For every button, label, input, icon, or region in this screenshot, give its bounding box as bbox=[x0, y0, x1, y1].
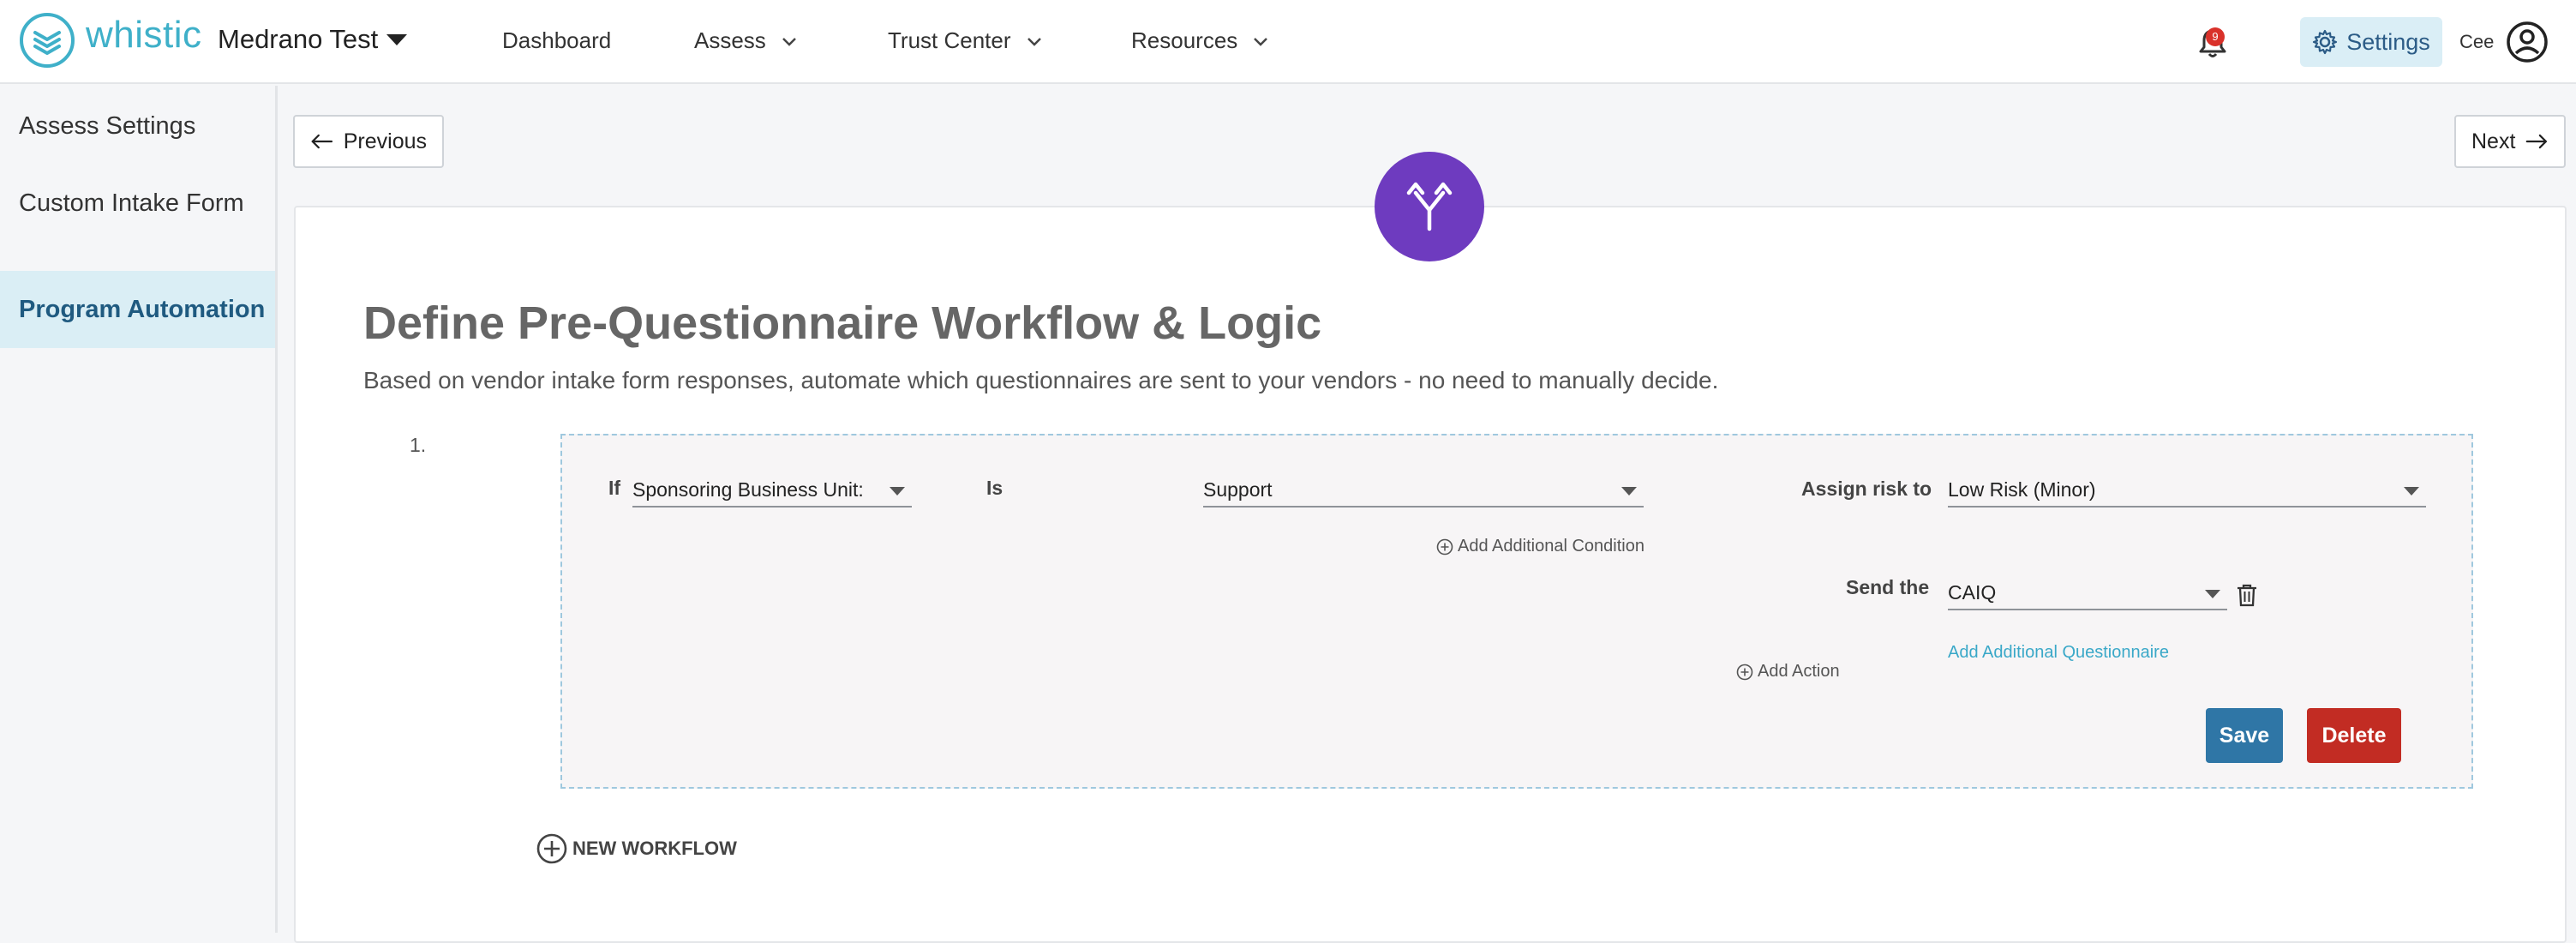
condition-value: Support bbox=[1203, 478, 1273, 501]
nav-dashboard-label: Dashboard bbox=[502, 27, 612, 53]
sidebar-item-label: Custom Intake Form bbox=[19, 189, 244, 217]
whistic-logo-icon bbox=[20, 13, 75, 68]
nav-dashboard[interactable]: Dashboard bbox=[502, 27, 611, 54]
settings-button[interactable]: Settings bbox=[2300, 17, 2442, 67]
settings-label: Settings bbox=[2346, 28, 2430, 55]
add-condition-button[interactable]: Add Additional Condition bbox=[1436, 537, 1644, 556]
risk-value: Low Risk (Minor) bbox=[1948, 478, 2096, 501]
sidebar-item-program-automation[interactable]: Program Automation bbox=[0, 271, 275, 348]
operator-label: Is bbox=[986, 477, 1003, 499]
settings-sidebar: Assess Settings Custom Intake Form Progr… bbox=[0, 86, 278, 933]
nav-assess[interactable]: Assess bbox=[694, 27, 799, 54]
send-the-label: Send the bbox=[1846, 576, 1930, 598]
if-label: If bbox=[608, 477, 621, 499]
save-button[interactable]: Save bbox=[2206, 708, 2283, 763]
chevron-down-icon bbox=[1027, 37, 1041, 46]
condition-field-select[interactable]: Sponsoring Business Unit: bbox=[632, 473, 912, 508]
user-avatar-icon[interactable] bbox=[2506, 21, 2549, 63]
plus-circle-icon bbox=[1736, 664, 1753, 680]
assign-risk-label: Assign risk to bbox=[1801, 478, 1932, 500]
caret-down-icon bbox=[2404, 487, 2419, 496]
plus-circle-icon bbox=[536, 833, 567, 864]
nav-trust-center[interactable]: Trust Center bbox=[888, 27, 1044, 54]
chevron-down-icon bbox=[782, 37, 796, 46]
nav-assess-label: Assess bbox=[694, 27, 766, 53]
previous-button[interactable]: Previous bbox=[293, 115, 444, 168]
sidebar-item-assess-settings[interactable]: Assess Settings bbox=[0, 87, 275, 165]
sidebar-item-label: Program Automation bbox=[19, 295, 266, 323]
nav-trust-center-label: Trust Center bbox=[888, 27, 1011, 53]
condition-value-select[interactable]: Support bbox=[1203, 473, 1644, 508]
notification-count-badge: 9 bbox=[2206, 27, 2225, 46]
org-switcher[interactable]: Medrano Test bbox=[218, 24, 408, 55]
next-label: Next bbox=[2471, 129, 2516, 153]
page-title: Define Pre-Questionnaire Workflow & Logi… bbox=[363, 297, 1322, 349]
plus-circle-icon bbox=[1436, 538, 1453, 555]
caret-down-icon bbox=[1621, 487, 1637, 496]
delete-button[interactable]: Delete bbox=[2307, 708, 2401, 763]
trash-icon[interactable] bbox=[2236, 583, 2258, 607]
questionnaire-select[interactable]: CAIQ bbox=[1948, 576, 2227, 610]
brand-name: whistic bbox=[86, 14, 202, 56]
sidebar-item-custom-intake-form[interactable]: Custom Intake Form bbox=[0, 165, 275, 242]
whistic-logo[interactable]: whistic bbox=[19, 12, 202, 69]
workflow-badge bbox=[1375, 152, 1484, 261]
new-workflow-label: NEW WORKFLOW bbox=[572, 838, 737, 859]
add-action-button[interactable]: Add Action bbox=[1736, 662, 1840, 682]
previous-label: Previous bbox=[343, 129, 427, 153]
gear-icon bbox=[2313, 29, 2338, 55]
caret-down-icon bbox=[890, 487, 905, 496]
page-subtitle: Based on vendor intake form responses, a… bbox=[363, 367, 1719, 393]
workflow-branch-icon bbox=[1406, 182, 1453, 231]
questionnaire-value: CAIQ bbox=[1948, 580, 1997, 604]
nav-resources[interactable]: Resources bbox=[1131, 27, 1270, 54]
add-questionnaire-link[interactable]: Add Additional Questionnaire bbox=[1948, 643, 2169, 663]
chevron-down-icon bbox=[1254, 37, 1268, 46]
nav-resources-label: Resources bbox=[1131, 27, 1238, 53]
sidebar-item-label: Assess Settings bbox=[19, 111, 196, 140]
user-name: Cee bbox=[2459, 31, 2495, 52]
top-navigation-bar: whistic Medrano Test Dashboard Assess Tr… bbox=[0, 0, 2576, 84]
delete-label: Delete bbox=[2321, 723, 2387, 748]
next-button[interactable]: Next bbox=[2454, 115, 2566, 168]
add-action-label: Add Action bbox=[1758, 662, 1840, 681]
arrow-right-icon bbox=[2526, 134, 2548, 149]
save-label: Save bbox=[2219, 723, 2270, 748]
condition-field-value: Sponsoring Business Unit: bbox=[632, 478, 864, 501]
workflow-number: 1. bbox=[410, 434, 427, 456]
new-workflow-button[interactable]: NEW WORKFLOW bbox=[535, 832, 737, 866]
add-condition-label: Add Additional Condition bbox=[1458, 537, 1644, 556]
arrow-left-icon bbox=[311, 134, 333, 149]
caret-down-icon bbox=[2205, 590, 2220, 598]
org-name: Medrano Test bbox=[218, 24, 379, 54]
risk-select[interactable]: Low Risk (Minor) bbox=[1948, 473, 2426, 508]
caret-down-icon bbox=[386, 33, 408, 45]
